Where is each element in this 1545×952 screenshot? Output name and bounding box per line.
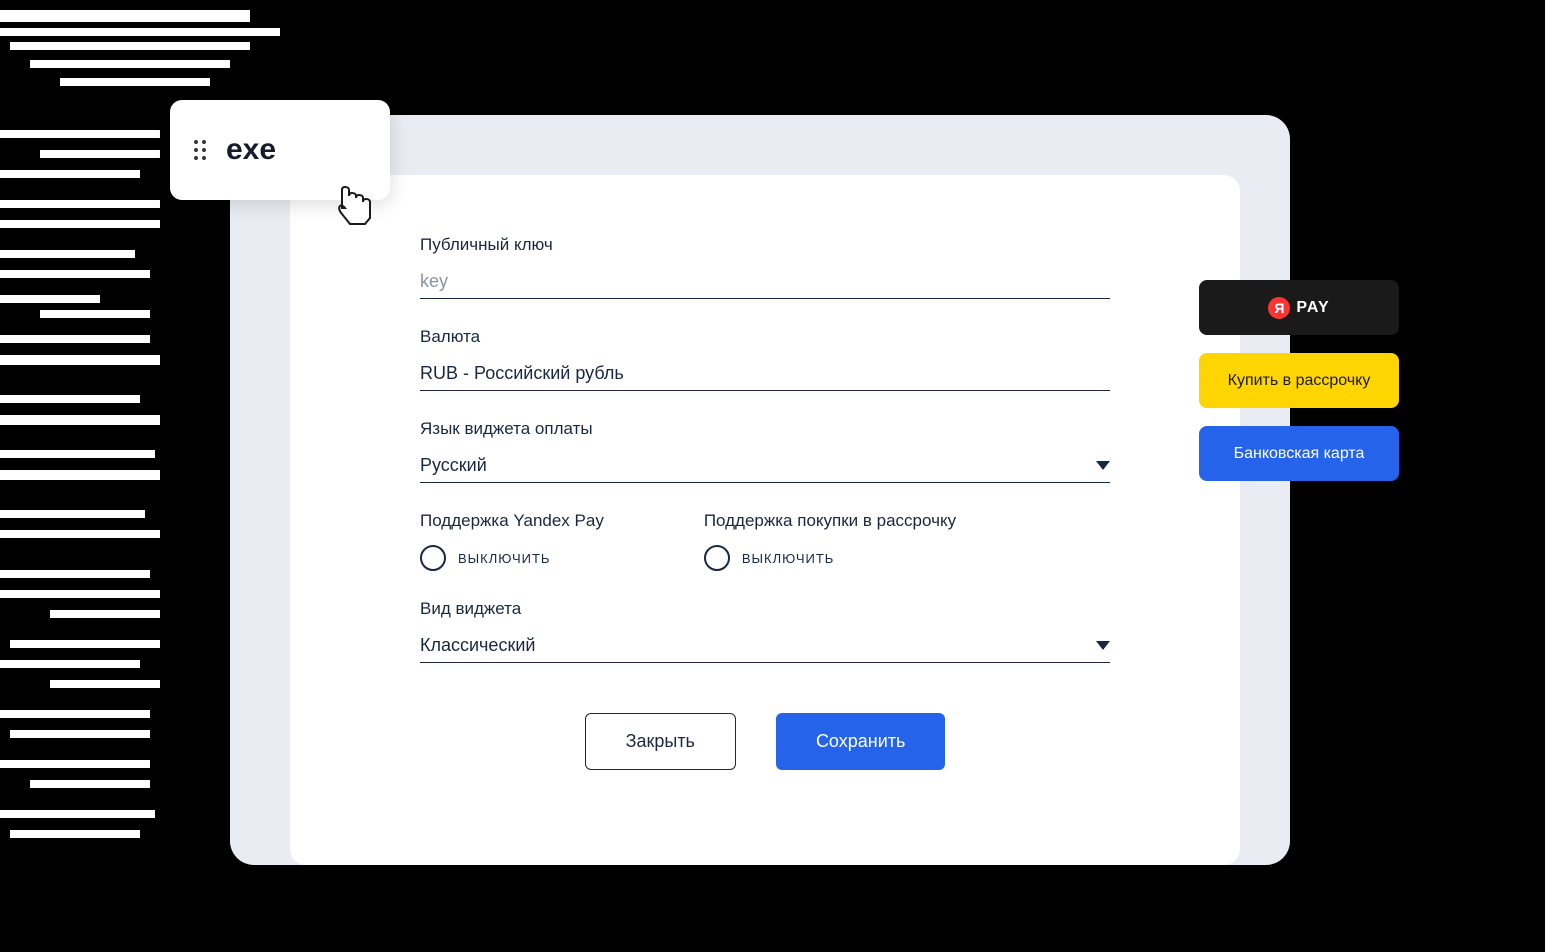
- yandex-pay-button[interactable]: Я PAY: [1199, 280, 1399, 335]
- public-key-input[interactable]: [420, 265, 1110, 299]
- radio-icon: [420, 545, 446, 571]
- yandex-logo-icon: Я: [1268, 297, 1290, 319]
- widget-language-value: Русский: [420, 455, 487, 476]
- widget-language-field-group: Язык виджета оплаты Русский: [420, 419, 1110, 483]
- bank-card-button[interactable]: Банковская карта: [1199, 426, 1399, 481]
- widget-type-field-group: Вид виджета Классический: [420, 599, 1110, 663]
- installment-label: Поддержка покупки в рассрочку: [704, 511, 956, 531]
- widget-type-label: Вид виджета: [420, 599, 1110, 619]
- public-key-label: Публичный ключ: [420, 235, 1110, 255]
- chevron-down-icon: [1096, 641, 1110, 650]
- drag-handle-icon: [194, 140, 206, 160]
- installment-button[interactable]: Купить в рассрочку: [1199, 353, 1399, 408]
- save-button[interactable]: Сохранить: [776, 713, 945, 770]
- close-button[interactable]: Закрыть: [585, 713, 736, 770]
- settings-form-panel: Публичный ключ Валюта RUB - Российский р…: [290, 175, 1240, 865]
- currency-value[interactable]: RUB - Российский рубль: [420, 357, 1110, 391]
- widget-language-select[interactable]: Русский: [420, 449, 1110, 483]
- exe-label: exe: [226, 133, 276, 167]
- installment-toggle[interactable]: выключить: [704, 545, 956, 571]
- widget-language-label: Язык виджета оплаты: [420, 419, 1110, 439]
- public-key-field-group: Публичный ключ: [420, 235, 1110, 299]
- currency-label: Валюта: [420, 327, 1110, 347]
- yandex-pay-toggle-group: Поддержка Yandex Pay выключить: [420, 511, 604, 571]
- pay-text: PAY: [1296, 299, 1329, 317]
- widget-type-value: Классический: [420, 635, 535, 656]
- yandex-pay-toggle[interactable]: выключить: [420, 545, 604, 571]
- chevron-down-icon: [1096, 461, 1110, 470]
- yandex-pay-label: Поддержка Yandex Pay: [420, 511, 604, 531]
- currency-field-group: Валюта RUB - Российский рубль: [420, 327, 1110, 391]
- installment-toggle-group: Поддержка покупки в рассрочку выключить: [704, 511, 956, 571]
- payment-method-buttons: Я PAY Купить в рассрочку Банковская карт…: [1199, 280, 1399, 481]
- hand-cursor-icon: [330, 180, 380, 230]
- widget-type-select[interactable]: Классический: [420, 629, 1110, 663]
- installment-status: выключить: [742, 551, 834, 566]
- yandex-pay-status: выключить: [458, 551, 550, 566]
- radio-icon: [704, 545, 730, 571]
